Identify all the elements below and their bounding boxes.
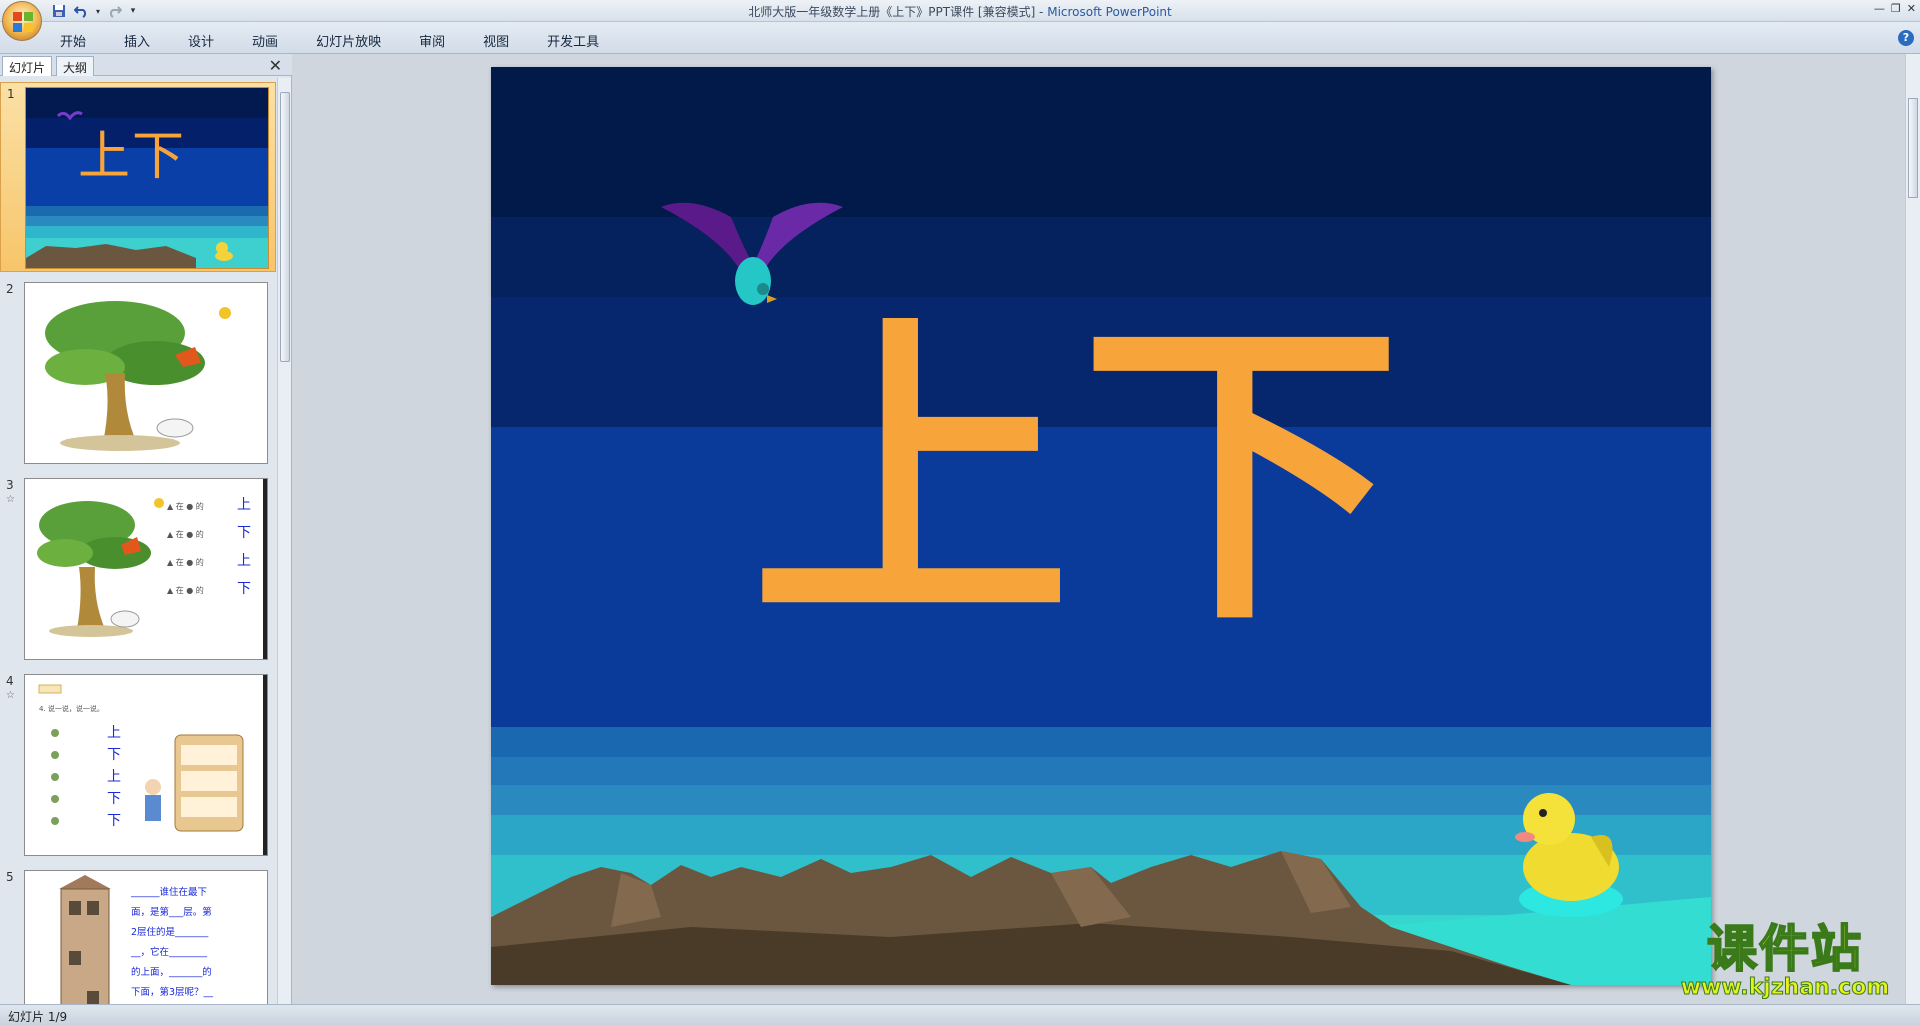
thumbnail-list: 1 上 下 2 3 ☆ ▲ 在 ● 的 ▲ 在 ● 的 ▲ 在 ● 的 ▲ 在 … bbox=[0, 78, 276, 1004]
slide-artwork: 上 下 bbox=[491, 67, 1711, 985]
thumb3-word: 下 bbox=[237, 525, 251, 541]
thumbnail-image: 4. 说一说，说一说。 上 下 上 下 下 bbox=[24, 674, 268, 856]
thumbnail-number: 4 bbox=[6, 674, 14, 688]
document-title: 北师大版一年级数学上册《上下》PPT课件 [兼容模式] - bbox=[748, 5, 1048, 19]
thumb5-line: 2层住的是_______ bbox=[131, 926, 209, 938]
thumb3-word: 上 bbox=[237, 553, 251, 569]
window-title: 北师大版一年级数学上册《上下》PPT课件 [兼容模式] - Microsoft … bbox=[0, 3, 1920, 20]
thumb4-word: 下 bbox=[107, 791, 121, 807]
scrollbar-thumb[interactable] bbox=[280, 92, 290, 362]
help-icon[interactable]: ? bbox=[1898, 30, 1914, 46]
restore-icon[interactable]: ❐ bbox=[1891, 2, 1901, 15]
slide-char-up: 上 bbox=[751, 291, 1071, 663]
office-logo-icon bbox=[13, 12, 33, 32]
tab-design[interactable]: 设计 bbox=[176, 28, 226, 53]
canvas-scrollbar[interactable] bbox=[1905, 54, 1920, 1004]
slides-pane: 幻灯片 大纲 ✕ 1 上 下 2 3 ☆ ▲ 在 ● 的 ▲ 在 ● 的 ▲ 在… bbox=[0, 54, 292, 1004]
window-controls: — ❐ ✕ bbox=[1874, 2, 1916, 15]
slide-count: 幻灯片 1/9 bbox=[8, 1010, 68, 1024]
tab-home[interactable]: 开始 bbox=[48, 28, 98, 53]
tab-animations[interactable]: 动画 bbox=[240, 28, 290, 53]
thumbnail-slide-3[interactable]: 3 ☆ ▲ 在 ● 的 ▲ 在 ● 的 ▲ 在 ● 的 ▲ 在 ● 的 上 下 … bbox=[0, 474, 276, 664]
thumb5-line: 的上面，_______的 bbox=[131, 966, 212, 978]
tab-view[interactable]: 视图 bbox=[471, 28, 521, 53]
svg-text:▲ 在 ● 的: ▲ 在 ● 的 bbox=[167, 585, 204, 595]
scrollbar-thumb[interactable] bbox=[1908, 98, 1918, 198]
thumb4-word: 下 bbox=[107, 813, 121, 829]
ribbon-tabs: 开始 插入 设计 动画 幻灯片放映 审阅 视图 开发工具 bbox=[48, 28, 625, 53]
thumb4-header: 4. 说一说，说一说。 bbox=[39, 704, 104, 713]
thumb5-line: 面，是第___层。第 bbox=[131, 906, 212, 918]
ribbon: 开始 插入 设计 动画 幻灯片放映 审阅 视图 开发工具 ? bbox=[0, 22, 1920, 54]
thumb-char-down: 下 bbox=[132, 127, 184, 187]
close-icon[interactable]: ✕ bbox=[1907, 2, 1916, 15]
thumbnail-number: 1 bbox=[7, 87, 15, 101]
thumb5-line: ______谁住在最下 bbox=[130, 886, 207, 898]
thumb4-word: 下 bbox=[107, 747, 121, 763]
thumb-char-up: 上 bbox=[78, 127, 130, 187]
animation-star-icon: ☆ bbox=[6, 494, 15, 505]
slide-char-down: 下 bbox=[1081, 291, 1401, 663]
thumbnail-slide-2[interactable]: 2 bbox=[0, 278, 276, 468]
minimize-icon[interactable]: — bbox=[1874, 2, 1885, 15]
thumbnail-number: 5 bbox=[6, 870, 14, 884]
thumbnail-image: ▲ 在 ● 的 ▲ 在 ● 的 ▲ 在 ● 的 ▲ 在 ● 的 上 下 上 下 bbox=[24, 478, 268, 660]
tab-insert[interactable]: 插入 bbox=[112, 28, 162, 53]
thumb4-word: 上 bbox=[107, 725, 121, 741]
svg-text:▲ 在 ● 的: ▲ 在 ● 的 bbox=[167, 529, 204, 539]
thumbnail-image: ______谁住在最下 面，是第___层。第 2层住的是_______ __，它… bbox=[24, 870, 268, 1004]
office-button[interactable] bbox=[2, 1, 42, 41]
tab-review[interactable]: 审阅 bbox=[407, 28, 457, 53]
thumbnail-image bbox=[24, 282, 268, 464]
thumb4-word: 上 bbox=[107, 769, 121, 785]
thumb3-word: 上 bbox=[237, 497, 251, 513]
tab-slides[interactable]: 幻灯片 bbox=[2, 56, 53, 76]
thumbnail-image: 上 下 bbox=[25, 87, 269, 269]
tab-slideshow[interactable]: 幻灯片放映 bbox=[304, 28, 393, 53]
thumb5-line: __，它在________ bbox=[130, 946, 207, 958]
svg-text:▲ 在 ● 的: ▲ 在 ● 的 bbox=[167, 501, 204, 511]
tab-outline[interactable]: 大纲 bbox=[56, 56, 95, 76]
thumbnail-slide-5[interactable]: 5 ______谁住在最下 面，是第___层。第 2层住的是_______ __… bbox=[0, 866, 276, 1004]
watermark-url: www.kjzhan.com bbox=[1680, 975, 1890, 1001]
animation-star-icon: ☆ bbox=[6, 690, 15, 701]
watermark: 课件站 www.kjzhan.com bbox=[1670, 920, 1900, 1001]
thumbnail-number: 3 bbox=[6, 478, 14, 492]
svg-text:▲ 在 ● 的: ▲ 在 ● 的 bbox=[167, 557, 204, 567]
slide-canvas: 上 下 bbox=[293, 54, 1905, 1004]
slide-1[interactable]: 上 下 bbox=[491, 67, 1711, 985]
thumbnail-slide-4[interactable]: 4 ☆ 4. 说一说，说一说。 上 下 上 下 下 bbox=[0, 670, 276, 860]
thumbnail-scrollbar[interactable] bbox=[277, 78, 291, 1004]
thumb5-line: 下面，第3层呢？__ bbox=[131, 986, 213, 998]
thumbnail-slide-1[interactable]: 1 上 下 bbox=[0, 82, 276, 272]
app-name: Microsoft PowerPoint bbox=[1047, 5, 1172, 19]
title-bar: ▾ ▾ 北师大版一年级数学上册《上下》PPT课件 [兼容模式] - Micros… bbox=[0, 0, 1920, 22]
close-pane-icon[interactable]: ✕ bbox=[269, 56, 282, 75]
thumb3-word: 下 bbox=[237, 581, 251, 597]
tab-developer[interactable]: 开发工具 bbox=[535, 28, 611, 53]
watermark-text: 课件站 bbox=[1706, 920, 1863, 978]
status-bar: 幻灯片 1/9 bbox=[0, 1004, 1920, 1025]
pane-tabs: 幻灯片 大纲 ✕ bbox=[0, 54, 292, 76]
thumbnail-number: 2 bbox=[6, 282, 14, 296]
